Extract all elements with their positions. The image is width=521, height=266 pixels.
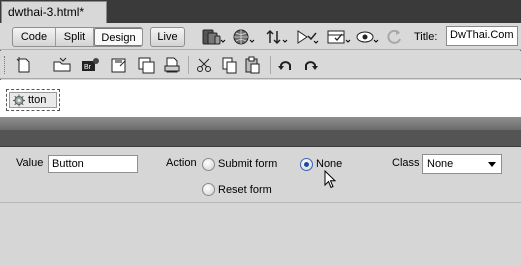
- open-icon[interactable]: [52, 56, 72, 74]
- document-toolbar: Code Split Design Live Title: DwThai.Com: [0, 23, 521, 50]
- document-tab-label: dwthai-3.html*: [8, 5, 85, 19]
- reset-form-label[interactable]: Reset form: [218, 184, 272, 196]
- design-view-canvas[interactable]: tton: [0, 80, 521, 117]
- submit-form-radio[interactable]: [202, 158, 215, 171]
- toolbar-separator: [188, 56, 189, 74]
- check-browser-icon[interactable]: [295, 27, 321, 47]
- none-radio[interactable]: [300, 158, 313, 171]
- split-view-button[interactable]: Split: [56, 28, 94, 46]
- title-input[interactable]: DwThai.Com: [446, 26, 518, 46]
- submit-form-label[interactable]: Submit form: [218, 158, 277, 170]
- mouse-cursor-icon: [324, 170, 337, 189]
- title-label: Title:: [414, 31, 438, 43]
- new-document-icon[interactable]: [14, 56, 34, 74]
- form-outline[interactable]: tton: [6, 89, 60, 111]
- refresh-icon[interactable]: [384, 27, 410, 47]
- visual-aids-icon[interactable]: [325, 27, 351, 47]
- value-label: Value: [16, 157, 44, 169]
- design-view-button[interactable]: Design: [94, 28, 142, 46]
- svg-text:Br: Br: [84, 64, 92, 71]
- toolbar-separator: [270, 56, 271, 74]
- none-radio-label[interactable]: None: [316, 158, 342, 170]
- bridge-icon[interactable]: Br: [80, 56, 100, 74]
- action-label: Action: [166, 157, 197, 169]
- view-options-icon[interactable]: [355, 27, 381, 47]
- panel-group-header: [0, 117, 521, 130]
- class-label: Class: [392, 157, 420, 169]
- live-view-button[interactable]: Live: [150, 27, 185, 47]
- print-code-icon[interactable]: [162, 56, 182, 74]
- code-view-button[interactable]: Code: [13, 28, 56, 46]
- cut-icon[interactable]: [195, 56, 215, 74]
- file-management-icon[interactable]: [264, 27, 290, 47]
- form-button-label: tton: [28, 94, 47, 106]
- toolbar-grip[interactable]: [4, 56, 7, 74]
- gear-icon: [13, 94, 25, 107]
- chevron-down-icon: [488, 162, 496, 167]
- redo-icon[interactable]: [301, 56, 321, 74]
- document-tab[interactable]: dwthai-3.html*: [1, 1, 107, 23]
- paste-icon[interactable]: [243, 56, 263, 74]
- save-icon[interactable]: [109, 56, 129, 74]
- document-tab-strip: dwthai-3.html*: [0, 0, 521, 23]
- preview-globe-icon[interactable]: [231, 27, 257, 47]
- copy-icon[interactable]: [220, 56, 240, 74]
- properties-panel-header[interactable]: [0, 130, 521, 147]
- undo-icon[interactable]: [276, 56, 296, 74]
- panel-divider: [0, 202, 521, 203]
- class-select-value: None: [427, 158, 454, 170]
- class-select[interactable]: None: [422, 154, 502, 174]
- form-button-element[interactable]: tton: [9, 92, 57, 108]
- standard-toolbar: Br: [0, 51, 521, 79]
- multiscreen-icon[interactable]: [200, 27, 226, 47]
- reset-form-radio[interactable]: [202, 183, 215, 196]
- view-switcher: Code Split Design: [12, 27, 143, 47]
- save-all-icon[interactable]: [137, 56, 157, 74]
- value-input[interactable]: Button: [48, 155, 138, 173]
